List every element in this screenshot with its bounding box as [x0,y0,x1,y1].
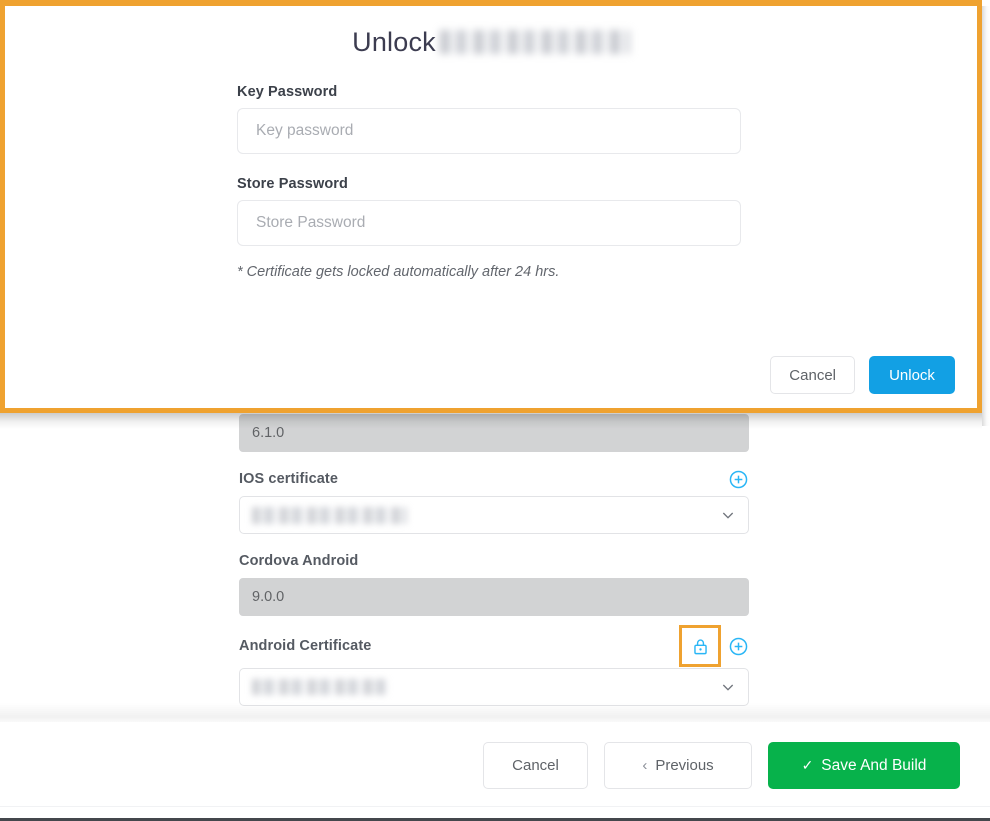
form-spacer [237,154,741,176]
modal-cancel-button[interactable]: Cancel [770,356,855,394]
chevron-down-icon [720,507,736,523]
cordova-ios-version-value: 6.1.0 [239,414,749,452]
unlock-modal-title: Unlock [5,6,977,58]
android-certificate-select[interactable] [239,668,749,706]
store-password-input[interactable] [237,200,741,246]
unlock-modal-footer: Cancel Unlock [5,342,977,408]
modal-unlock-button[interactable]: Unlock [869,356,955,394]
previous-button[interactable]: ‹ Previous [604,742,752,789]
save-and-build-button[interactable]: ✓ Save And Build [768,742,960,789]
ios-certificate-value-redacted [252,507,407,524]
android-certificate-label: Android Certificate [239,638,371,654]
ios-certificate-actions [727,468,749,490]
check-icon: ✓ [802,757,814,774]
save-and-build-button-label: Save And Build [821,757,926,775]
store-password-label: Store Password [237,176,741,192]
cancel-button-label: Cancel [512,757,559,774]
page-bottom-divider [0,806,990,807]
android-certificate-value-redacted [252,679,387,695]
key-password-input[interactable] [237,108,741,154]
lock-icon[interactable] [689,635,711,657]
key-password-label: Key Password [237,84,741,100]
cordova-android-version-value: 9.0.0 [239,578,749,616]
chevron-left-icon: ‹ [642,757,647,774]
wizard-action-bar: Cancel ‹ Previous ✓ Save And Build [0,723,990,808]
ios-certificate-select[interactable] [239,496,749,534]
cordova-android-label: Cordova Android [239,553,358,569]
modal-unlock-label: Unlock [889,367,935,384]
lock-icon-highlight-box [679,625,721,667]
unlock-modal-title-text: Unlock [352,27,436,57]
previous-button-label: Previous [655,757,713,774]
ios-certificate-label-row: IOS certificate [239,462,749,496]
unlock-modal-form: Key Password Store Password * Certificat… [237,58,741,280]
plus-circle-icon[interactable] [727,635,749,657]
unlock-modal: Unlock Key Password Store Password * Cer… [0,0,982,413]
plus-circle-icon[interactable] [727,468,749,490]
build-config-fields: 6.1.0 IOS certificate [239,414,749,706]
page-root: 6.1.0 IOS certificate [0,0,990,821]
modal-cancel-label: Cancel [789,367,836,384]
certificate-lock-note: * Certificate gets locked automatically … [237,264,741,280]
android-certificate-actions [679,625,749,667]
android-certificate-label-row: Android Certificate [239,624,749,668]
cancel-button[interactable]: Cancel [483,742,588,789]
unlock-modal-title-redacted [440,30,630,54]
unlock-modal-body: Unlock Key Password Store Password * Cer… [5,6,977,342]
chevron-down-icon [720,679,736,695]
cordova-android-version-row: 9.0.0 [239,578,749,616]
cordova-android-label-row: Cordova Android [239,544,749,578]
ios-certificate-label: IOS certificate [239,471,338,487]
cordova-ios-version-row: 6.1.0 [239,414,749,452]
